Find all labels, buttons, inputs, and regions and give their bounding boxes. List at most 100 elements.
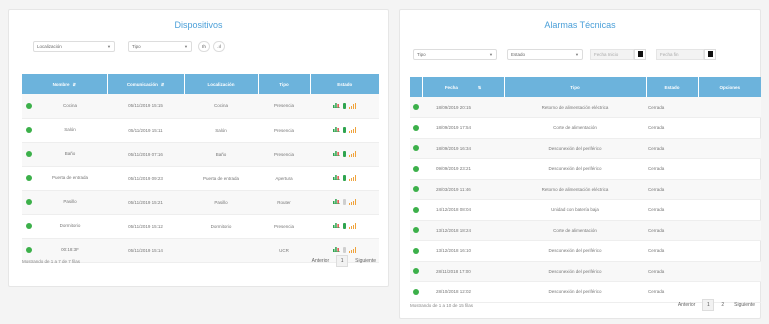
devices-column-header[interactable]: Nombre ⇵ xyxy=(22,74,108,94)
bar-chart-icon[interactable] xyxy=(333,222,341,230)
alarm-state: Cerrada xyxy=(648,125,665,131)
alarms-page-1-button[interactable]: 1 xyxy=(702,299,715,311)
device-name-cell: Pasillo xyxy=(22,190,107,215)
device-type: Presencia xyxy=(273,223,294,229)
table-row[interactable]: Baño 05/11/2019 07:16 Baño Presencia xyxy=(22,142,379,167)
column-header-label: Estado xyxy=(664,84,680,90)
bar-chart-icon[interactable] xyxy=(333,102,341,110)
alarm-type: Desconexión del periférico xyxy=(548,289,602,295)
device-name-cell: Puerta de entrada xyxy=(22,166,107,191)
alarm-type-select[interactable]: Tipo ▼ xyxy=(413,48,497,60)
alarms-prev-button[interactable]: Anterior xyxy=(675,302,699,308)
alarm-options-cell[interactable] xyxy=(698,97,761,118)
device-type-cell: Router xyxy=(258,190,310,215)
table-row[interactable]: 18/09/2019 20:15 Retorno de alimentación … xyxy=(410,97,761,118)
bar-chart-icon[interactable] xyxy=(333,174,341,182)
alarm-date-cell: 09/09/2019 23:21 xyxy=(422,158,504,180)
alarm-type: Unidad con batería baja xyxy=(551,207,599,213)
alarms-column-header[interactable]: Estado xyxy=(646,77,699,97)
device-comm: 05/11/2019 15:12 xyxy=(128,223,163,229)
devices-column-header[interactable]: Estado xyxy=(310,74,379,94)
table-row[interactable]: 09/09/2019 23:21 Desconexión del periféri… xyxy=(410,158,761,180)
date-from-calendar-button[interactable] xyxy=(634,48,646,60)
alarm-type: Desconexión del periférico xyxy=(548,248,602,254)
alarm-state-cell: Cerrada xyxy=(646,97,698,118)
alarm-options-cell[interactable] xyxy=(698,220,761,241)
device-name: Salón xyxy=(64,127,76,133)
alarm-options-cell[interactable] xyxy=(698,240,761,262)
device-location-cell: Dormitorio xyxy=(184,214,258,239)
signal-filter-button[interactable]: .ıl xyxy=(213,40,225,52)
alarms-column-header[interactable]: Tipo xyxy=(504,77,647,97)
device-comm: 05/11/2019 15:14 xyxy=(128,247,163,253)
signal-icon: .ıl xyxy=(217,43,221,49)
table-row[interactable]: 14/12/2018 08:04 Unidad con batería baja C… xyxy=(410,199,761,221)
alarm-options-cell[interactable] xyxy=(698,158,761,180)
chart-filter-button[interactable]: Ih xyxy=(198,40,210,52)
alarms-footer: Mostrando de 1 a 10 de 15 filas Anterior… xyxy=(410,299,758,311)
devices-table-wrap: Nombre ⇵ Comunicación ⇵ Localización Tipo Esta… xyxy=(22,74,379,263)
device-comm-cell: 05/11/2019 15:12 xyxy=(107,214,184,239)
table-row[interactable]: Puerta de entrada 05/11/2019 09:23 Puerta … xyxy=(22,166,379,191)
date-to-calendar-button[interactable] xyxy=(704,48,716,60)
alarm-state-select[interactable]: Estado ▼ xyxy=(507,48,583,60)
alarm-options-cell[interactable] xyxy=(698,117,761,139)
date-to-placeholder: Fecha fin xyxy=(660,51,679,57)
devices-title: Dispositivos xyxy=(174,20,223,30)
column-header-label: Tipo xyxy=(279,81,289,87)
date-to-input[interactable]: Fecha fin xyxy=(656,48,704,60)
sort-icon: ⇅ xyxy=(477,84,482,90)
alarm-options-cell[interactable] xyxy=(698,138,761,159)
alarm-state-cell: Cerrada xyxy=(646,261,698,282)
table-row[interactable]: Dormitorio 05/11/2019 15:12 Dormitorio Pres… xyxy=(22,214,379,239)
alarms-column-header[interactable]: Fecha ⇅ xyxy=(422,77,505,97)
devices-page-1-button[interactable]: 1 xyxy=(336,255,349,267)
bar-chart-icon[interactable] xyxy=(333,150,341,158)
devices-column-header[interactable]: Comunicación ⇵ xyxy=(107,74,185,94)
alarm-state: Cerrada xyxy=(648,207,665,213)
device-type-cell: Presencia xyxy=(258,94,310,119)
location-select[interactable]: Localización ▼ xyxy=(33,40,115,52)
devices-pager: Anterior 1 Siguiente xyxy=(309,255,379,267)
alarm-type-cell: Corte de alimentación xyxy=(504,117,646,139)
alarm-options-cell[interactable] xyxy=(698,199,761,221)
alarm-state: Cerrada xyxy=(648,248,665,254)
alarms-next-button[interactable]: Siguiente xyxy=(731,302,758,308)
signal-icon xyxy=(349,151,356,157)
sort-icon: ⇵ xyxy=(160,81,165,87)
column-header-label: Tipo xyxy=(570,84,580,90)
status-dot-icon xyxy=(413,247,419,254)
alarms-column-header[interactable]: Opciones xyxy=(698,77,761,97)
bar-chart-icon[interactable] xyxy=(333,126,341,134)
devices-prev-button[interactable]: Anterior xyxy=(309,258,333,264)
date-from-input[interactable]: Fecha Inicio xyxy=(590,48,634,60)
alarm-options-cell[interactable] xyxy=(698,179,761,200)
table-row[interactable]: 13/12/2018 16:10 Desconexión del periféri… xyxy=(410,240,761,262)
device-name: Puerta de entrada xyxy=(51,175,89,181)
signal-icon xyxy=(349,223,356,229)
bar-chart-icon[interactable] xyxy=(333,198,341,206)
table-row[interactable]: 13/12/2018 18:24 Corte de alimentación Cer… xyxy=(410,220,761,241)
type-select[interactable]: Tipo ▼ xyxy=(128,40,192,52)
table-row[interactable]: 28/11/2018 17:00 Desconexión del periféri… xyxy=(410,261,761,282)
alarms-page-2-button[interactable]: 2 xyxy=(718,302,727,308)
alarm-type: Desconexión del periférico xyxy=(548,145,602,151)
status-dot-icon xyxy=(26,247,32,253)
battery-icon xyxy=(343,199,347,205)
table-row[interactable]: 18/09/2019 16:34 Desconexión del periféri… xyxy=(410,138,761,159)
alarm-state-cell: Cerrada xyxy=(646,240,698,262)
alarm-options-cell[interactable] xyxy=(698,261,761,282)
devices-column-header[interactable]: Localización xyxy=(184,74,259,94)
alarm-type: Desconexión del periférico xyxy=(548,166,602,172)
status-icons xyxy=(333,246,356,254)
table-row[interactable]: Cocina 05/11/2019 15:15 Cocina Presencia xyxy=(22,94,379,119)
table-row[interactable]: 28/03/2019 11:46 Retorno de alimentación … xyxy=(410,179,761,200)
devices-column-header[interactable]: Tipo xyxy=(258,74,311,94)
devices-next-button[interactable]: Siguiente xyxy=(352,258,379,264)
table-row[interactable]: Salón 05/11/2019 15:11 Salón Presencia xyxy=(22,118,379,143)
bar-chart-icon[interactable] xyxy=(333,246,341,254)
table-row[interactable]: 18/09/2019 17:54 Corte de alimentación Cer… xyxy=(410,117,761,139)
device-type: UCR xyxy=(279,247,289,253)
signal-icon xyxy=(349,247,356,253)
table-row[interactable]: Pasillo 05/11/2019 15:21 Pasillo Router xyxy=(22,190,379,215)
